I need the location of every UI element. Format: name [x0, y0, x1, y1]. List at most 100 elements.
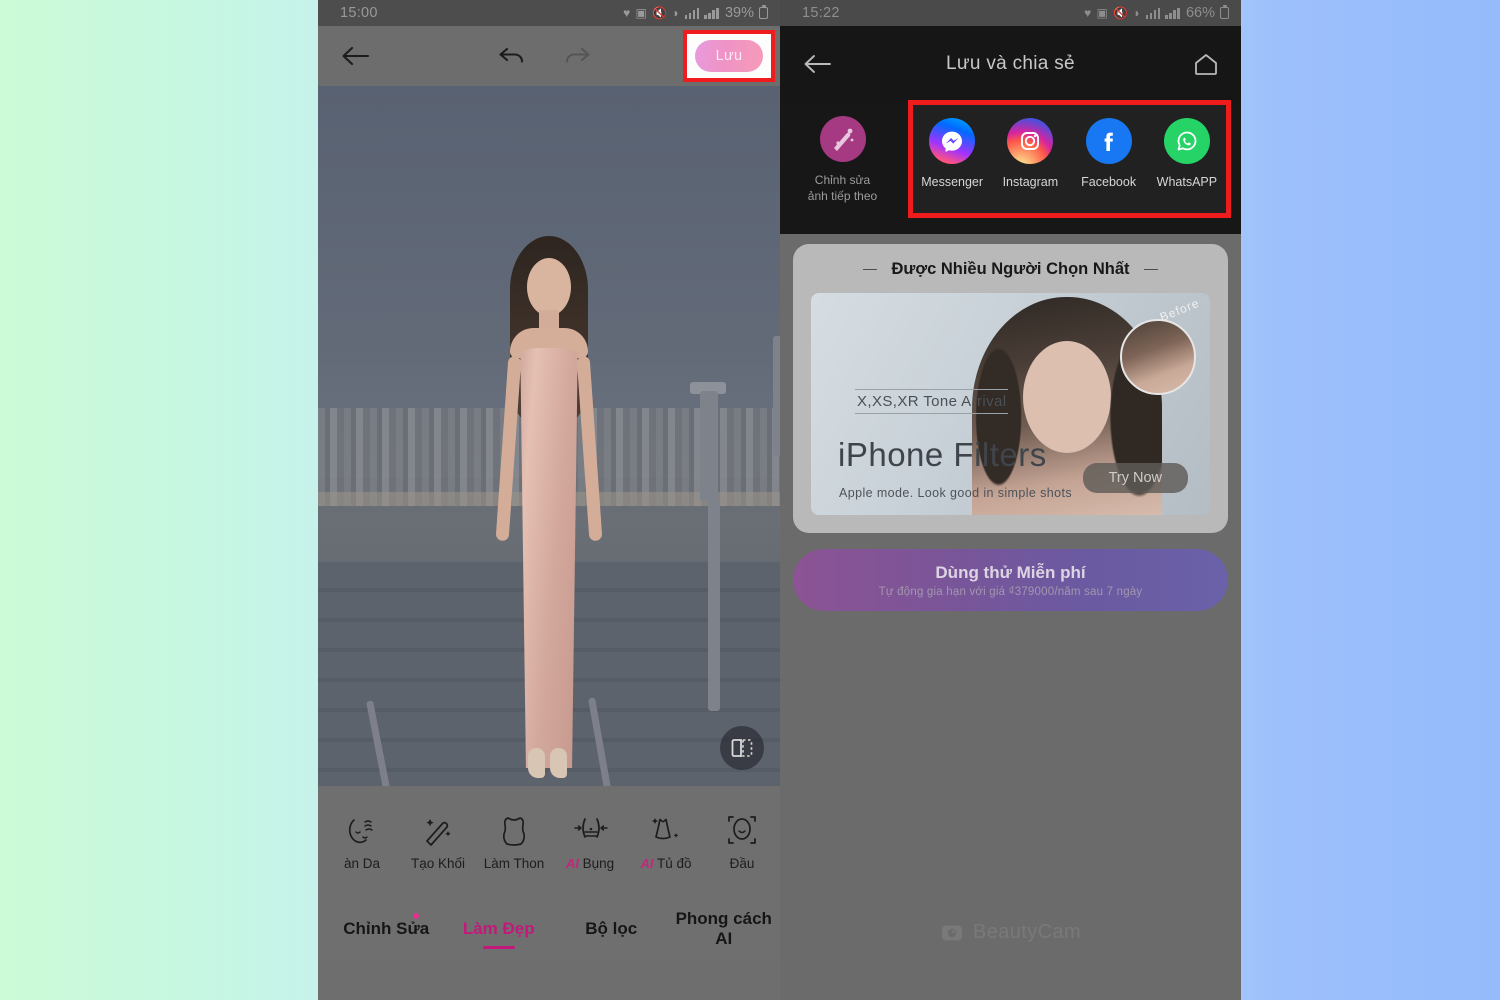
camera-icon — [940, 920, 964, 944]
battery-percent: 39% — [724, 5, 754, 21]
back-arrow-icon[interactable] — [340, 45, 370, 67]
share-label: Instagram — [1002, 175, 1059, 189]
photo-pipe — [700, 391, 718, 501]
banner-description: Apple mode. Look good in simple shots — [839, 486, 1072, 500]
ai-badge: AI — [565, 856, 579, 871]
battery-icon — [759, 7, 768, 19]
promo-card: Được Nhiều Người Chọn Nhất X,XS,XR Tone … — [793, 244, 1228, 533]
try-now-button[interactable]: Try Now — [1082, 463, 1188, 493]
share-facebook[interactable]: Facebook — [1070, 118, 1147, 191]
head-icon — [725, 813, 759, 847]
share-label: Facebook — [1081, 175, 1137, 189]
trial-main-label: Dùng thử Miễn phí — [935, 562, 1086, 582]
tool-label: AI Bụng — [565, 856, 615, 871]
signal-icon — [1145, 7, 1161, 19]
page-title: Lưu và chia sẻ — [946, 53, 1075, 74]
status-time: 15:00 — [340, 5, 378, 21]
mute-icon: 🔇 — [652, 6, 668, 20]
home-icon[interactable] — [1193, 52, 1219, 76]
signal-icon — [704, 7, 719, 19]
subject-arm — [495, 355, 522, 542]
wifi-icon: ◗ — [1133, 6, 1141, 20]
tool-ai-bung[interactable]: AI Bụng — [552, 813, 628, 871]
tool-tao-khoi[interactable]: Tạo Khối — [400, 813, 476, 871]
status-time: 15:22 — [802, 5, 840, 21]
back-arrow-icon[interactable] — [802, 53, 832, 75]
photo-pipe — [708, 501, 720, 711]
title-dash-right — [1143, 268, 1158, 271]
tab-badge-dot — [412, 913, 419, 919]
tool-lam-thon[interactable]: Làm Thon — [476, 813, 552, 871]
banner-eyebrow: X,XS,XR Tone Arrival — [855, 389, 1009, 414]
right-status-bar: 15:22 ♥ ▣ 🔇 ◗ 66% — [780, 0, 1241, 26]
magic-wand-icon — [819, 116, 866, 162]
free-trial-button[interactable]: Dùng thử Miễn phí Tự động gia hạn với gi… — [793, 549, 1228, 611]
compare-icon[interactable] — [720, 726, 764, 770]
camera-icon: ▣ — [1096, 6, 1109, 20]
bottom-tabs: Chỉnh Sửa Làm Đẹp Bộ lọc Phong cách AI — [318, 898, 780, 960]
tab-chinh-sua[interactable]: Chỉnh Sửa — [330, 913, 443, 939]
tab-lam-dep[interactable]: Làm Đẹp — [443, 919, 556, 949]
tool-dau[interactable]: Đầu — [704, 813, 780, 871]
promo-banner[interactable]: X,XS,XR Tone Arrival iPhone Filters Appl… — [811, 293, 1210, 515]
share-header: Lưu và chia sẻ — [780, 26, 1241, 102]
signal-icon — [1165, 7, 1180, 19]
photo-subject — [484, 206, 614, 786]
share-targets-row: Chỉnh sửa ảnh tiếp theo Messenger Instag… — [780, 100, 1241, 234]
save-button[interactable]: Lưu — [695, 40, 763, 72]
facebook-icon — [1085, 118, 1132, 164]
promo-title-text: Được Nhiều Người Chọn Nhất — [891, 260, 1130, 278]
subject-shoe — [528, 748, 545, 778]
mute-icon: 🔇 — [1113, 6, 1129, 20]
subject-dress — [520, 348, 578, 768]
belly-icon — [573, 813, 608, 847]
share-instagram[interactable]: Instagram — [992, 118, 1069, 191]
heart-icon: ♥ — [623, 6, 631, 20]
tool-label: Làm Thon — [483, 856, 545, 871]
share-whatsapp[interactable]: WhatsAPP — [1148, 118, 1225, 191]
subject-shoe — [550, 748, 567, 778]
left-status-bar: 15:00 ♥ ▣ 🔇 ◗ 39% — [318, 0, 780, 26]
tab-bo-loc[interactable]: Bộ lọc — [555, 919, 668, 939]
photo-canvas[interactable] — [318, 86, 780, 786]
tool-lan-da[interactable]: àn Da — [324, 813, 400, 871]
subject-face — [527, 258, 571, 316]
heart-icon: ♥ — [1084, 6, 1092, 20]
tool-ai-tu-do[interactable]: AI Tủ đồ — [628, 813, 704, 871]
tool-label: àn Da — [343, 856, 381, 871]
tool-label: Đầu — [729, 856, 755, 871]
whatsapp-icon — [1163, 118, 1210, 164]
edit-toolbar: Lưu — [318, 26, 780, 86]
app-watermark: BeautyCam — [780, 920, 1241, 944]
trial-sub-label: Tự động gia hạn với giá ₫379000/năm sau … — [878, 585, 1143, 598]
undo-icon[interactable] — [498, 46, 526, 66]
tab-phong-cach-ai[interactable]: Phong cách AI — [668, 909, 781, 949]
share-label: Messenger — [921, 175, 984, 189]
status-icons: ♥ ▣ 🔇 ◗ 66% — [1084, 5, 1229, 21]
next-photo-label: Chỉnh sửa ảnh tiếp theo — [807, 173, 878, 204]
share-messenger[interactable]: Messenger — [914, 118, 991, 191]
slim-body-icon — [497, 813, 531, 847]
banner-title: iPhone Filters — [838, 436, 1047, 473]
tab-label: Làm Đẹp — [462, 919, 535, 938]
before-label: Before — [1157, 295, 1202, 325]
dress-icon — [649, 813, 683, 847]
next-photo-button[interactable]: Chỉnh sửa ảnh tiếp theo — [804, 116, 881, 204]
ai-badge: AI — [640, 856, 654, 871]
contour-wand-icon — [421, 813, 455, 847]
messenger-icon — [929, 118, 976, 164]
promo-section-title: Được Nhiều Người Chọn Nhất — [793, 260, 1228, 279]
battery-icon — [1220, 7, 1229, 19]
redo-icon[interactable] — [563, 46, 591, 66]
save-button-highlight: Lưu — [683, 30, 775, 82]
tab-active-underline — [482, 945, 515, 949]
tab-label: Phong cách AI — [675, 909, 772, 948]
tool-label: AI Tủ đồ — [640, 856, 692, 871]
beauty-tools-strip: àn Da Tạo Khối Làm Thon AI Bụng AI Tủ đồ — [318, 786, 780, 898]
tool-label: Tạo Khối — [410, 856, 466, 871]
share-apps-highlight: Messenger Instagram Facebook WhatsAPP — [908, 100, 1231, 218]
before-thumbnail — [1120, 319, 1196, 395]
tab-label: Bộ lọc — [585, 919, 638, 938]
wifi-icon: ◗ — [672, 6, 680, 20]
left-phone-panel: 15:00 ♥ ▣ 🔇 ◗ 39% Lưu àn Da Tạo Khối Làm… — [318, 0, 780, 1000]
